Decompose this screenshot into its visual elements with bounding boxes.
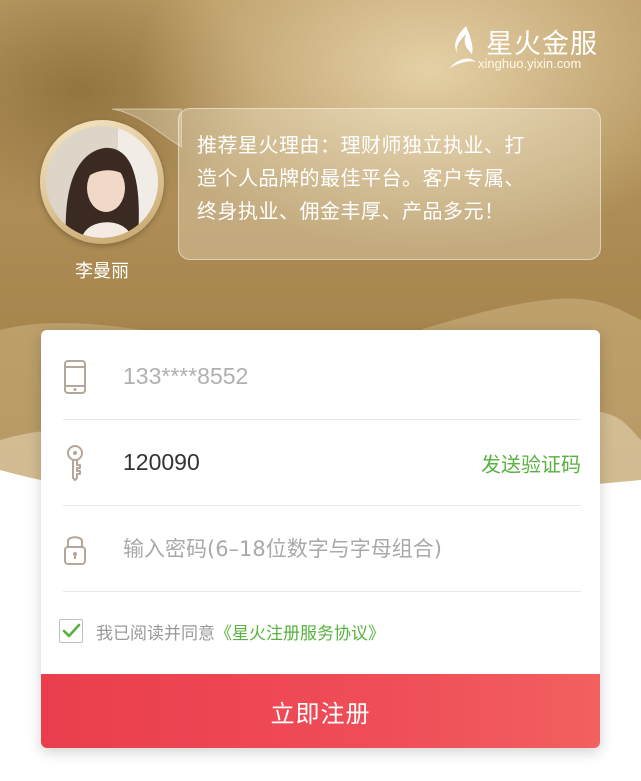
advisor-name: 李曼丽 bbox=[75, 261, 129, 282]
phone-row bbox=[63, 334, 581, 420]
speech-bubble-tail bbox=[112, 108, 182, 148]
checkmark-icon bbox=[62, 623, 81, 638]
register-form: 发送验证码 我已阅读并同意 《星火注册服务协议》 立即注册 bbox=[41, 330, 600, 748]
key-icon bbox=[67, 444, 83, 481]
agreement-link[interactable]: 《星火注册服务协议》 bbox=[215, 619, 385, 644]
brand-logo: 星火金服 xinghuo.yixin.com bbox=[440, 22, 610, 80]
message-line-2: 造个人品牌的最佳平台。客户专属、 bbox=[197, 166, 525, 190]
flame-logo-icon bbox=[450, 26, 476, 68]
message-line-3: 终身执业、佣金丰厚、产品多元！ bbox=[197, 199, 505, 223]
verification-code-input[interactable] bbox=[123, 420, 463, 505]
phone-icon bbox=[64, 359, 86, 394]
code-row: 发送验证码 bbox=[63, 420, 581, 506]
send-code-button[interactable]: 发送验证码 bbox=[481, 448, 581, 477]
password-row bbox=[63, 506, 581, 592]
message-line-1: 推荐星火理由：理财师独立执业、打 bbox=[197, 133, 525, 157]
brand-url: xinghuo.yixin.com bbox=[478, 56, 582, 71]
register-button[interactable]: 立即注册 bbox=[41, 674, 600, 748]
agreement-text: 我已阅读并同意 bbox=[96, 623, 215, 644]
password-input[interactable] bbox=[123, 506, 543, 591]
agreement-checkbox[interactable] bbox=[59, 619, 83, 643]
lock-icon bbox=[64, 535, 86, 565]
phone-input[interactable] bbox=[123, 334, 463, 419]
agreement-row: 我已阅读并同意 《星火注册服务协议》 bbox=[59, 614, 385, 648]
advisor-message-bubble: 推荐星火理由：理财师独立执业、打 造个人品牌的最佳平台。客户专属、 终身执业、佣… bbox=[178, 108, 601, 260]
